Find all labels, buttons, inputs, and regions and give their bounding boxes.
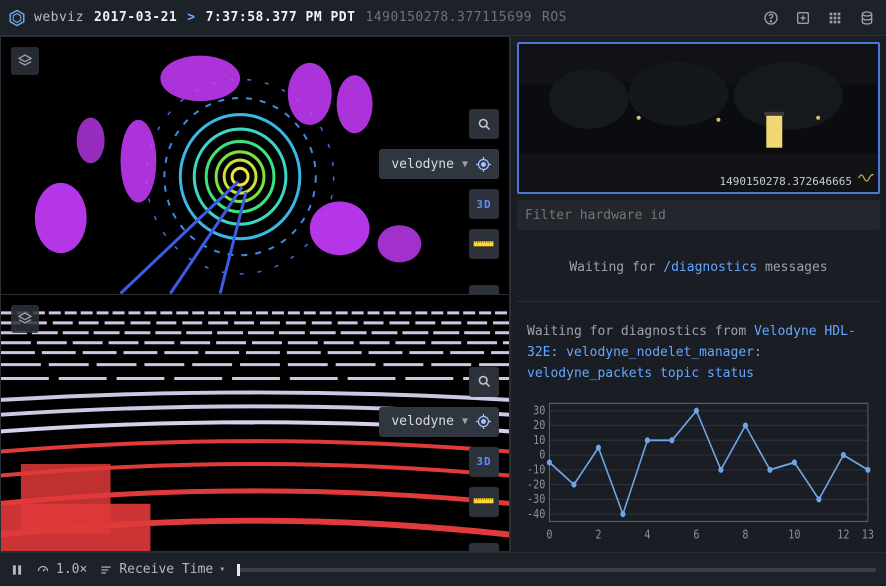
- search-button[interactable]: [469, 367, 499, 397]
- data-sources-icon[interactable]: [856, 7, 878, 29]
- chevron-down-icon: ▼: [462, 159, 468, 170]
- camera-panel[interactable]: 1490150278.372646665: [517, 42, 880, 194]
- 3d-toggle-button[interactable]: 3D: [469, 447, 499, 477]
- add-panel-icon[interactable]: [792, 7, 814, 29]
- svg-text:2: 2: [595, 528, 601, 542]
- diagnostics-chart[interactable]: -40-30-20-10010203002468101213: [511, 392, 886, 552]
- app-logo-icon: [8, 9, 26, 27]
- svg-text:13: 13: [862, 528, 874, 542]
- svg-text:-10: -10: [527, 463, 546, 477]
- measure-button[interactable]: 📏: [469, 229, 499, 259]
- svg-text:6: 6: [693, 528, 699, 542]
- svg-text:8: 8: [742, 528, 748, 542]
- message-order-button[interactable]: Receive Time ▾: [99, 562, 225, 577]
- header-caret-icon: >: [187, 10, 195, 25]
- measure-button[interactable]: 📏: [469, 487, 499, 517]
- diagnostics-waiting-message: Waiting for /diagnostics messages: [511, 230, 886, 295]
- ruler-icon: 📏: [470, 488, 498, 516]
- recenter-icon[interactable]: [476, 414, 491, 429]
- layers-button[interactable]: [11, 305, 39, 333]
- header-date[interactable]: 2017-03-21: [94, 10, 177, 25]
- filter-hardware-input[interactable]: [525, 208, 872, 223]
- message-order-label: Receive Time: [119, 562, 213, 577]
- 3d-panel-top[interactable]: velodyne ▼ 3D 📏: [0, 36, 510, 295]
- svg-text:12: 12: [837, 528, 849, 542]
- layouts-grid-icon[interactable]: [824, 7, 846, 29]
- playback-thumb[interactable]: [237, 564, 240, 576]
- 3d-panel-bottom[interactable]: velodyne ▼ 3D 📏: [0, 295, 510, 553]
- hardware-diagnostics-message: Waiting for diagnostics from Velodyne HD…: [511, 308, 886, 392]
- diagnostics-filter-row: [517, 200, 880, 230]
- svg-text:4: 4: [644, 528, 650, 542]
- svg-text:30: 30: [533, 404, 545, 418]
- recenter-icon[interactable]: [476, 157, 491, 172]
- playback-speed-button[interactable]: 1.0×: [36, 562, 87, 577]
- ruler-icon: 📏: [470, 230, 498, 258]
- svg-text:10: 10: [533, 433, 545, 447]
- frame-selector[interactable]: velodyne ▼: [379, 407, 499, 437]
- svg-text:10: 10: [788, 528, 800, 542]
- playback-scrubber[interactable]: [237, 568, 876, 572]
- camera-timestamp: 1490150278.372646665: [720, 175, 852, 188]
- svg-text:-20: -20: [527, 478, 546, 492]
- svg-text:0: 0: [546, 528, 552, 542]
- help-icon[interactable]: [760, 7, 782, 29]
- svg-text:0: 0: [539, 448, 545, 462]
- panel-divider[interactable]: [517, 301, 880, 302]
- app-name: webviz: [34, 10, 84, 25]
- chevron-down-icon: ▼: [462, 416, 468, 427]
- 3d-toggle-button[interactable]: 3D: [469, 189, 499, 219]
- camera-image: [519, 44, 878, 192]
- header-system: ROS: [542, 10, 567, 25]
- svg-text:20: 20: [533, 419, 545, 433]
- svg-text:-40: -40: [527, 507, 546, 521]
- playback-bar: 1.0× Receive Time ▾: [0, 552, 886, 586]
- stream-status-icon: [858, 172, 874, 188]
- search-button[interactable]: [469, 109, 499, 139]
- layers-button[interactable]: [11, 47, 39, 75]
- diagnostics-topic: /diagnostics: [663, 260, 757, 275]
- header-time[interactable]: 7:37:58.377 PM PDT: [206, 10, 356, 25]
- cursor-button[interactable]: [469, 285, 499, 295]
- chevron-down-icon: ▾: [219, 564, 225, 575]
- svg-text:-30: -30: [527, 492, 546, 506]
- frame-label: velodyne: [391, 157, 454, 172]
- header-epoch: 1490150278.377115699: [365, 10, 532, 25]
- app-header: webviz 2017-03-21 > 7:37:58.377 PM PDT 1…: [0, 0, 886, 36]
- play-pause-button[interactable]: [10, 563, 24, 577]
- cursor-button[interactable]: [469, 543, 499, 553]
- frame-selector[interactable]: velodyne ▼: [379, 149, 499, 179]
- playback-speed-label: 1.0×: [56, 562, 87, 577]
- frame-label: velodyne: [391, 414, 454, 429]
